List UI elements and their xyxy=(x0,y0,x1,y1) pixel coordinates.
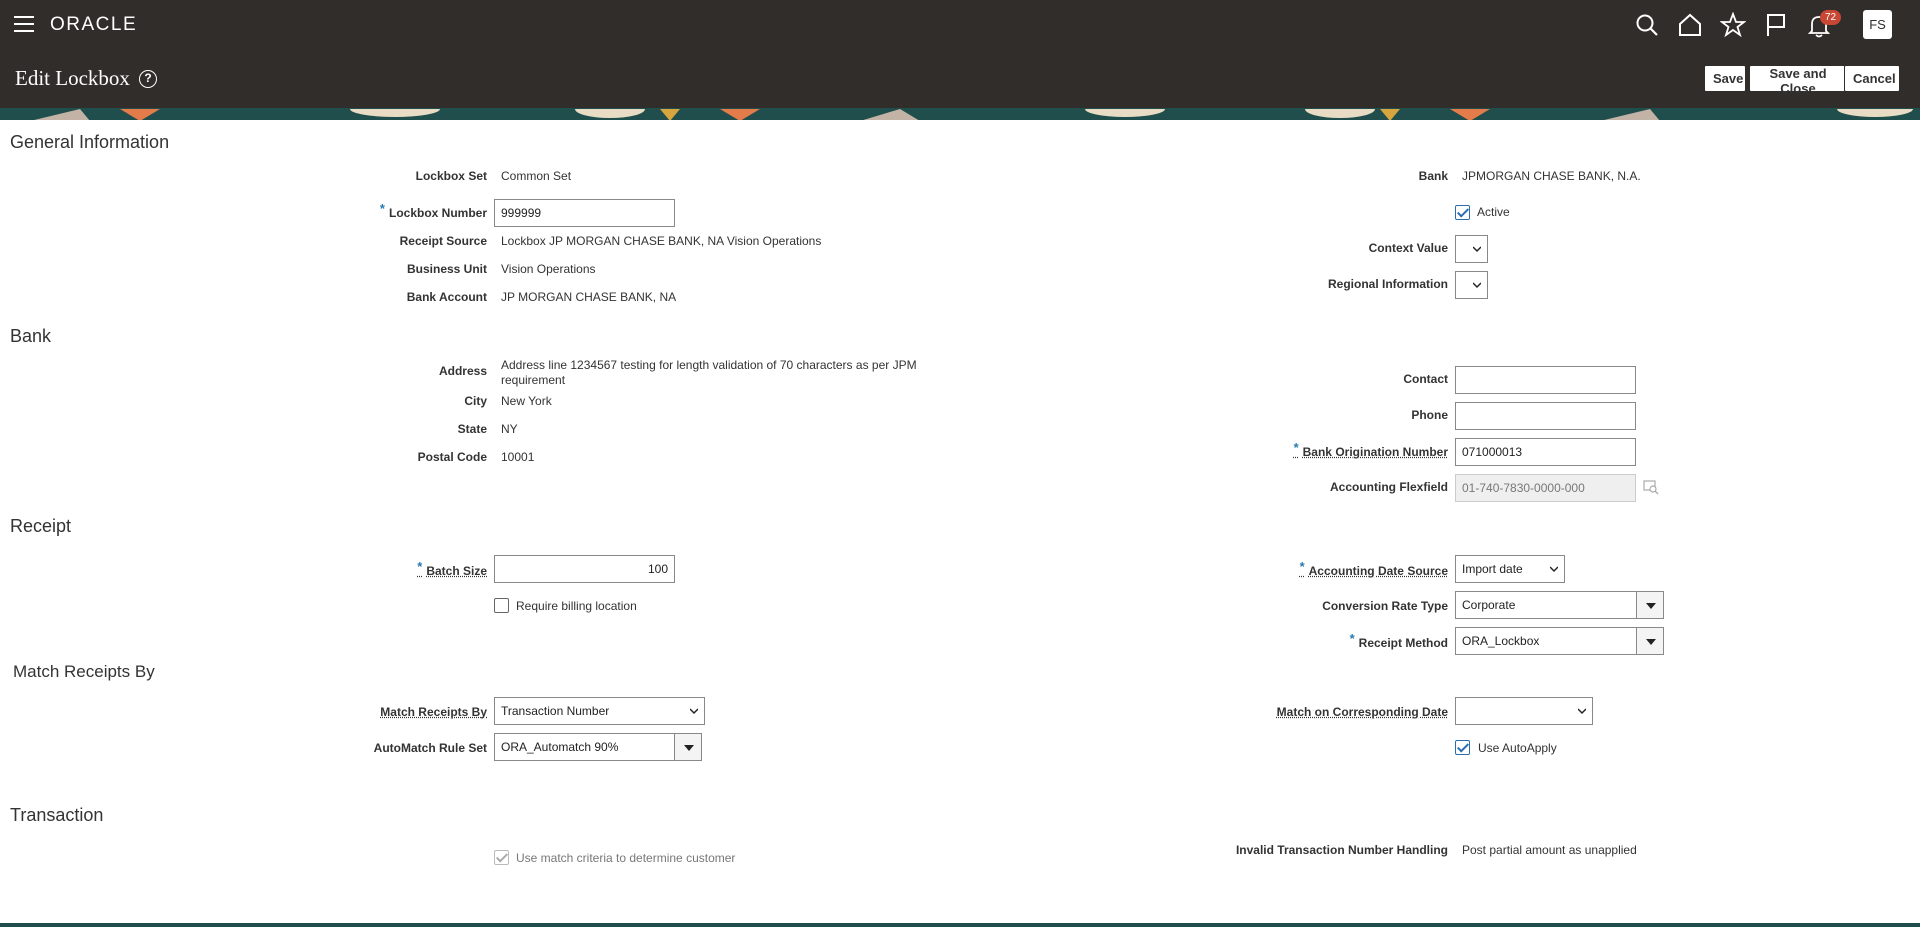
batch-size-label: * Batch Size xyxy=(417,559,487,578)
bank-origination-number-input[interactable]: 071000013 xyxy=(1455,438,1636,466)
match-receipts-by-label: Match Receipts By xyxy=(380,705,487,719)
chevron-down-icon xyxy=(1550,566,1558,573)
conversion-rate-type-label: Conversion Rate Type xyxy=(1322,599,1448,613)
city-value: New York xyxy=(501,394,552,408)
active-label: Active xyxy=(1477,205,1510,219)
required-indicator: * xyxy=(1299,559,1305,574)
global-header: ORACLE 72 FS Edit Lockbox ? Save Save an… xyxy=(0,0,1920,108)
section-title-bank: Bank xyxy=(10,326,52,346)
save-button[interactable]: Save xyxy=(1704,65,1746,92)
section-title-match-receipts-by: Match Receipts By xyxy=(13,662,155,681)
batch-size-input[interactable]: 100 xyxy=(494,555,675,583)
match-on-corresponding-date-label: Match on Corresponding Date xyxy=(1276,705,1448,719)
section-title-transaction: Transaction xyxy=(10,805,104,825)
menu-icon[interactable] xyxy=(14,16,34,32)
state-value: NY xyxy=(501,422,518,436)
bank-origination-number-label: * Bank Origination Number xyxy=(1293,440,1448,459)
invalid-transaction-number-handling-value: Post partial amount as unapplied xyxy=(1462,843,1637,857)
bank-value: JPMORGAN CHASE BANK, N.A. xyxy=(1462,169,1641,183)
dropdown-arrow-icon[interactable] xyxy=(1636,591,1664,619)
automatch-rule-set-combo[interactable]: ORA_Automatch 90% xyxy=(494,733,702,761)
receipt-method-combo[interactable]: ORA_Lockbox xyxy=(1455,627,1664,655)
postal-code-label: Postal Code xyxy=(417,450,487,464)
required-indicator: * xyxy=(379,201,385,216)
receipt-source-value: Lockbox JP MORGAN CHASE BANK, NA Vision … xyxy=(501,234,822,248)
page-title: Edit Lockbox xyxy=(15,66,130,90)
accounting-date-source-label: * Accounting Date Source xyxy=(1299,559,1448,578)
accounting-flexfield-label: Accounting Flexfield xyxy=(1329,480,1448,494)
address-value: Address line 1234567 testing for length … xyxy=(501,358,917,387)
chevron-down-icon xyxy=(1473,282,1481,289)
regional-information-select[interactable] xyxy=(1455,271,1488,299)
notification-count-badge: 72 xyxy=(1820,10,1842,25)
chevron-down-icon xyxy=(1473,246,1481,253)
match-on-corresponding-date-select[interactable] xyxy=(1455,697,1593,725)
use-match-criteria-checkbox xyxy=(494,850,509,865)
chevron-down-icon xyxy=(690,708,698,715)
contact-input[interactable] xyxy=(1455,366,1636,394)
bank-label: Bank xyxy=(1418,169,1448,183)
accounting-date-source-select[interactable]: Import date xyxy=(1455,555,1565,583)
home-icon[interactable] xyxy=(1677,12,1703,38)
bank-account-value: JP MORGAN CHASE BANK, NA xyxy=(501,290,677,304)
accounting-flexfield-input: 01-740-7830-0000-000 xyxy=(1455,474,1636,502)
receipt-source-label: Receipt Source xyxy=(399,234,487,248)
lockbox-number-input[interactable]: 999999 xyxy=(494,199,675,227)
use-autoapply-checkbox[interactable] xyxy=(1455,740,1470,755)
favorites-star-icon[interactable] xyxy=(1719,11,1747,38)
chevron-down-icon xyxy=(1578,708,1586,715)
dropdown-arrow-icon[interactable] xyxy=(1636,627,1664,655)
user-avatar[interactable]: FS xyxy=(1863,10,1892,39)
conversion-rate-type-combo[interactable]: Corporate xyxy=(1455,591,1664,619)
business-unit-label: Business Unit xyxy=(406,262,487,276)
lockbox-set-label: Lockbox Set xyxy=(415,169,487,183)
cancel-button[interactable]: Cancel xyxy=(1844,65,1900,92)
address-label: Address xyxy=(438,364,487,378)
required-indicator: * xyxy=(1349,631,1355,646)
require-billing-location-checkbox[interactable] xyxy=(494,598,509,613)
automatch-rule-set-label: AutoMatch Rule Set xyxy=(373,741,487,755)
postal-code-value: 10001 xyxy=(501,450,535,464)
lockbox-set-value: Common Set xyxy=(501,169,572,183)
use-autoapply-label: Use AutoApply xyxy=(1478,741,1557,755)
decorative-banner xyxy=(0,108,1920,120)
watchlist-flag-icon[interactable] xyxy=(1763,12,1789,38)
flexfield-lookup-icon[interactable] xyxy=(1643,479,1659,495)
save-and-close-button[interactable]: Save and Close xyxy=(1749,65,1847,96)
use-match-criteria-label: Use match criteria to determine customer xyxy=(516,851,736,865)
help-icon[interactable]: ? xyxy=(139,70,157,88)
bottom-accent-bar xyxy=(0,923,1920,927)
active-checkbox[interactable] xyxy=(1455,205,1470,220)
phone-input[interactable] xyxy=(1455,402,1636,430)
business-unit-value: Vision Operations xyxy=(501,262,596,276)
section-title-general-information: General Information xyxy=(10,132,170,152)
phone-label: Phone xyxy=(1411,408,1448,422)
context-value-label: Context Value xyxy=(1368,241,1448,255)
bank-account-label: Bank Account xyxy=(406,290,487,304)
required-indicator: * xyxy=(417,559,423,574)
state-label: State xyxy=(457,422,487,436)
dropdown-arrow-icon[interactable] xyxy=(674,733,702,761)
contact-label: Contact xyxy=(1403,372,1448,386)
city-label: City xyxy=(464,394,487,408)
oracle-logo[interactable]: ORACLE xyxy=(50,14,137,36)
search-icon[interactable] xyxy=(1634,12,1660,38)
notifications-bell-icon[interactable]: 72 xyxy=(1806,10,1842,38)
required-indicator: * xyxy=(1293,440,1299,455)
invalid-transaction-number-handling-label: Invalid Transaction Number Handling xyxy=(1235,843,1448,857)
context-value-select[interactable] xyxy=(1455,235,1488,263)
match-receipts-by-select[interactable]: Transaction Number xyxy=(494,697,705,725)
regional-information-label: Regional Information xyxy=(1328,277,1448,291)
section-title-receipt: Receipt xyxy=(10,516,72,536)
require-billing-location-label: Require billing location xyxy=(516,599,637,613)
lockbox-number-label: * Lockbox Number xyxy=(379,201,487,220)
receipt-method-label: * Receipt Method xyxy=(1349,631,1448,650)
